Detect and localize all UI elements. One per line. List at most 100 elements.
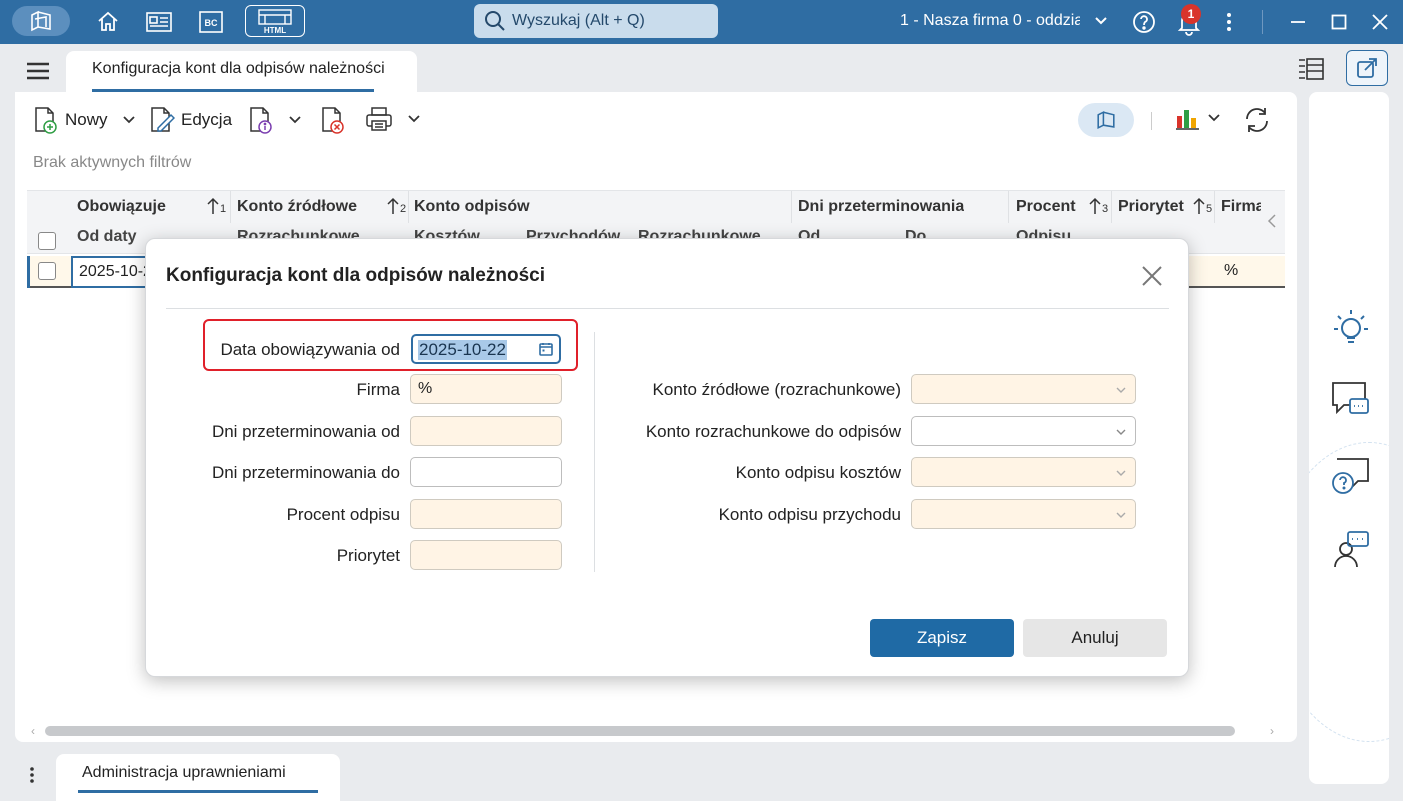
col-przychodow[interactable]: Przychodów xyxy=(526,228,636,238)
delete-document-icon xyxy=(322,107,344,134)
col-konto-zrodlowe[interactable]: Konto źródłowe xyxy=(237,198,382,216)
print-icon xyxy=(366,107,392,131)
chevron-down-icon[interactable] xyxy=(1207,111,1221,125)
chevron-down-icon[interactable] xyxy=(407,112,421,126)
sort-indicator[interactable]: 1 xyxy=(207,197,226,215)
konto-zrodlowe-select[interactable] xyxy=(911,374,1136,404)
layout-icon[interactable] xyxy=(1078,103,1134,137)
support-icon[interactable] xyxy=(1329,528,1373,572)
bottom-tabs-row: Administracja uprawnieniami xyxy=(0,742,1300,801)
konto-rozrachunkowe-select[interactable] xyxy=(911,416,1136,446)
print-button[interactable] xyxy=(365,106,421,132)
help-icon[interactable] xyxy=(1132,10,1156,34)
tab-label: Administracja uprawnieniami xyxy=(82,764,286,781)
maximize-icon[interactable] xyxy=(1327,10,1351,34)
chevron-down-icon[interactable] xyxy=(122,113,136,127)
procent-label: Procent odpisu xyxy=(286,505,400,524)
chart-button[interactable] xyxy=(1175,106,1221,130)
save-button[interactable]: Zapisz xyxy=(870,619,1014,657)
search-placeholder: Wyszukaj (Alt + Q) xyxy=(512,12,645,29)
chevron-down-icon[interactable] xyxy=(288,113,302,127)
col-rozrachunkowe[interactable]: Rozrachunkowe xyxy=(237,228,387,238)
col-do[interactable]: Do xyxy=(905,228,926,238)
tab-konfiguracja[interactable]: Konfiguracja kont dla odpisów należności xyxy=(66,51,417,92)
procent-field[interactable] xyxy=(410,499,562,529)
date-label: Data obowiązywania od xyxy=(220,340,400,359)
search-icon xyxy=(485,11,505,31)
chevron-down-icon xyxy=(1116,512,1126,518)
refresh-icon[interactable] xyxy=(1243,106,1271,134)
tab-administracja[interactable]: Administracja uprawnieniami xyxy=(56,754,340,801)
col-firma[interactable]: Firma xyxy=(1221,198,1261,216)
delete-button[interactable] xyxy=(320,106,346,134)
minimize-icon[interactable] xyxy=(1286,10,1310,34)
chat-icon[interactable] xyxy=(1329,378,1373,422)
col-od[interactable]: Od xyxy=(798,228,820,238)
col-od-daty[interactable]: Od daty xyxy=(77,228,137,246)
col-odpisu[interactable]: Odpisu xyxy=(1016,228,1071,238)
cancel-button[interactable]: Anuluj xyxy=(1023,619,1167,657)
chevron-down-icon xyxy=(1116,470,1126,476)
col-priorytet[interactable]: Priorytet xyxy=(1118,198,1188,216)
sort-arrow-icon xyxy=(207,197,219,214)
col-konto-odpisow[interactable]: Konto odpisów xyxy=(414,198,530,216)
close-icon[interactable] xyxy=(1368,10,1392,34)
konto-przychodu-select[interactable] xyxy=(911,499,1136,529)
chevron-left-icon[interactable] xyxy=(1267,213,1277,229)
horizontal-scrollbar[interactable] xyxy=(45,726,1235,736)
search-input[interactable]: Wyszukaj (Alt + Q) xyxy=(474,4,718,38)
filters-info: Brak aktywnych filtrów xyxy=(33,154,192,171)
row-checkbox[interactable] xyxy=(38,262,56,280)
select-all-checkbox[interactable] xyxy=(38,232,56,250)
info-button[interactable] xyxy=(248,106,302,134)
konto-kosztow-label: Konto odpisu kosztów xyxy=(735,463,901,482)
firma-label: Firma xyxy=(356,380,400,399)
separator xyxy=(1262,10,1263,34)
edit-button[interactable]: Edycja xyxy=(149,106,232,134)
dialog-title: Konfiguracja kont dla odpisów należności xyxy=(166,265,545,286)
date-field[interactable]: 2025-10-22 xyxy=(411,334,561,364)
dni-od-field[interactable] xyxy=(410,416,562,446)
close-icon[interactable] xyxy=(1141,265,1163,287)
scroll-right-icon[interactable]: › xyxy=(1270,724,1274,738)
bc-icon[interactable]: BC xyxy=(198,9,224,35)
app-logo-icon[interactable] xyxy=(12,6,70,36)
lightbulb-icon[interactable] xyxy=(1329,304,1373,348)
col-kosztow[interactable]: Kosztów xyxy=(414,228,514,238)
konto-kosztow-select[interactable] xyxy=(911,457,1136,487)
sort-indicator[interactable]: 3 xyxy=(1089,197,1108,215)
sort-indicator[interactable]: 5 xyxy=(1193,197,1212,215)
html-icon[interactable]: HTML xyxy=(245,5,305,37)
hamburger-icon[interactable] xyxy=(26,62,50,80)
chevron-down-icon[interactable] xyxy=(1094,14,1108,28)
sort-arrow-icon xyxy=(1089,197,1101,214)
dni-do-field[interactable] xyxy=(410,457,562,487)
col-dni-przeterminowania[interactable]: Dni przeterminowania xyxy=(798,198,964,216)
cell-firma[interactable]: % xyxy=(1224,262,1238,280)
priorytet-field[interactable] xyxy=(410,540,562,570)
scroll-left-icon[interactable]: ‹ xyxy=(31,724,35,738)
more-vertical-icon[interactable] xyxy=(28,766,36,784)
share-icon[interactable] xyxy=(1346,50,1388,86)
calendar-icon[interactable] xyxy=(539,342,553,356)
divider xyxy=(166,308,1169,309)
help-chat-icon[interactable] xyxy=(1329,454,1373,498)
col-rozrachunkowe-2[interactable]: Rozrachunkowe xyxy=(638,228,788,238)
firma-field[interactable]: % xyxy=(410,374,562,404)
home-icon[interactable] xyxy=(95,9,121,35)
new-button[interactable]: Nowy xyxy=(33,106,136,134)
more-vertical-icon[interactable] xyxy=(1221,12,1237,32)
sort-indicator[interactable]: 2 xyxy=(387,197,406,215)
news-icon[interactable] xyxy=(146,9,172,35)
list-view-icon[interactable] xyxy=(1297,57,1325,81)
col-procent[interactable]: Procent xyxy=(1016,198,1076,216)
notification-badge: 1 xyxy=(1181,4,1201,24)
priorytet-label: Priorytet xyxy=(336,546,400,565)
dni-od-label: Dni przeterminowania od xyxy=(211,422,400,441)
title-bar: BC HTML Wyszukaj (Alt + Q) 1 - Nasza fir… xyxy=(0,0,1403,44)
col-obowiazuje[interactable]: Obowiązuje xyxy=(77,198,166,216)
company-selector[interactable]: 1 - Nasza firma 0 - oddział xyxy=(900,12,1080,30)
new-document-icon xyxy=(35,107,57,134)
konto-rozrachunkowe-label: Konto rozrachunkowe do odpisów xyxy=(645,422,901,441)
assistant-side-panel xyxy=(1309,92,1389,784)
